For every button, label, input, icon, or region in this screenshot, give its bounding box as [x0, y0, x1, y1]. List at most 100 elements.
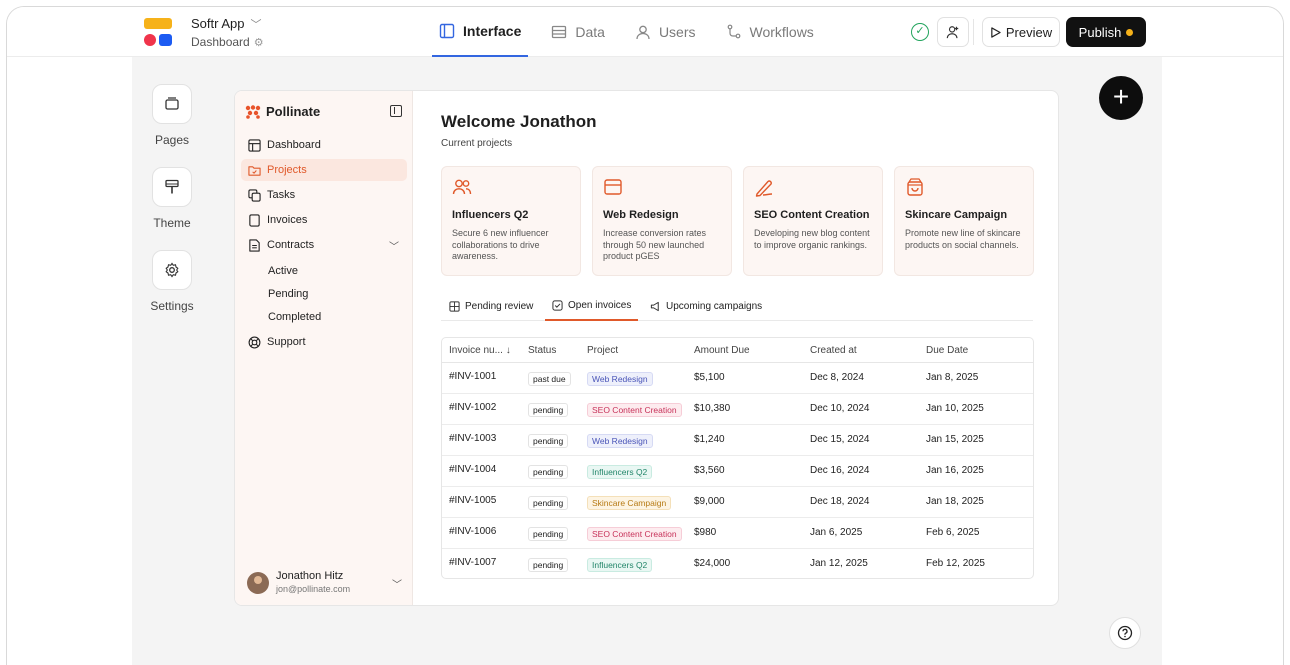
- collapse-sidebar-icon[interactable]: [390, 105, 402, 117]
- invoice-number: #INV-1003: [449, 433, 497, 444]
- sidebar-item-invoices[interactable]: Invoices: [241, 209, 407, 231]
- project-card[interactable]: SEO Content Creation Developing new blog…: [743, 166, 883, 276]
- sidebar-item-label: Invoices: [267, 214, 308, 226]
- project-tag: SEO Content Creation: [587, 527, 682, 541]
- project-tag: SEO Content Creation: [587, 403, 682, 417]
- bag-icon: [907, 178, 923, 196]
- sidebar-subitem-completed[interactable]: Completed: [268, 311, 321, 323]
- page-title: Welcome Jonathon: [441, 112, 597, 131]
- project-tag: Influencers Q2: [587, 558, 653, 572]
- due-date: Jan 10, 2025: [926, 403, 984, 414]
- workflow-icon: [727, 24, 740, 39]
- project-card[interactable]: Skincare Campaign Promote new line of sk…: [894, 166, 1034, 276]
- sidebar-subitem-active[interactable]: Active: [268, 265, 298, 277]
- card-description: Developing new blog content to improve o…: [754, 228, 870, 250]
- invoice-number: #INV-1006: [449, 526, 497, 537]
- brand[interactable]: Pollinate: [245, 104, 320, 119]
- tab-pending-review[interactable]: Pending review: [449, 291, 533, 321]
- tab-users-label: Users: [658, 24, 696, 40]
- tab-workflows[interactable]: Workflows: [719, 7, 821, 57]
- sidebar-item-contracts[interactable]: Contracts ﹀: [241, 234, 407, 256]
- column-header-created[interactable]: Created at: [810, 338, 857, 363]
- project-tag: Skincare Campaign: [587, 496, 672, 510]
- rail-settings[interactable]: Settings: [132, 250, 212, 313]
- sidebar-item-label: Contracts: [267, 239, 315, 251]
- sidebar-item-projects[interactable]: Projects: [241, 159, 407, 181]
- table-row[interactable]: #INV-1004 pending Influencers Q2 $3,560 Dec …: [442, 456, 1033, 487]
- rail-pages[interactable]: Pages: [132, 84, 212, 147]
- invoice-number: #INV-1001: [449, 371, 497, 382]
- layout-icon: [439, 23, 455, 39]
- chevron-down-icon: ﹀: [250, 19, 262, 31]
- sidebar-item-dashboard[interactable]: Dashboard: [241, 134, 407, 156]
- preview-button[interactable]: Preview: [982, 17, 1060, 47]
- sidebar-subitem-pending[interactable]: Pending: [268, 288, 308, 300]
- sidebar-item-label: Tasks: [267, 189, 296, 201]
- tab-data[interactable]: Data: [544, 7, 612, 57]
- gear-icon: ⚙: [253, 37, 264, 49]
- pollinate-logo-icon: [245, 104, 261, 119]
- due-date: Feb 6, 2025: [926, 527, 980, 538]
- table-row[interactable]: #INV-1006 pending SEO Content Creation $980…: [442, 518, 1033, 549]
- page-selector[interactable]: Dashboard ⚙: [191, 35, 264, 49]
- rail-pages-label: Pages: [154, 133, 190, 147]
- tab-label: Open invoices: [568, 299, 632, 311]
- table-row[interactable]: #INV-1003 pending Web Redesign $1,240 Dec 15…: [442, 425, 1033, 456]
- rail-theme[interactable]: Theme: [132, 167, 212, 230]
- project-tag: Web Redesign: [587, 372, 653, 386]
- user-name: Jonathon Hitz: [276, 570, 344, 582]
- app-sidebar: Pollinate Dashboard Projects Tasks Invoi…: [235, 91, 413, 605]
- browser-icon: [604, 179, 622, 195]
- help-button[interactable]: [1109, 617, 1141, 649]
- add-block-button[interactable]: +: [1099, 76, 1143, 120]
- status-badge: pending: [528, 558, 569, 572]
- tab-label: Upcoming campaigns: [666, 300, 763, 312]
- column-header-project[interactable]: Project: [587, 338, 618, 363]
- amount-due: $9,000: [694, 496, 725, 507]
- amount-due: $980: [694, 527, 717, 538]
- dashboard-icon: [248, 138, 261, 152]
- table-header: Invoice nu... ↓ Status Project Amount Du…: [442, 338, 1033, 363]
- brand-name: Pollinate: [266, 104, 321, 119]
- invite-user-button[interactable]: [937, 17, 969, 47]
- tab-interface[interactable]: Interface: [432, 7, 529, 57]
- column-header-amount[interactable]: Amount Due: [694, 338, 750, 363]
- invoice-number: #INV-1002: [449, 402, 497, 413]
- folder-icon: [248, 165, 261, 176]
- top-bar: Softr App ﹀ Dashboard ⚙ Interface Data Use…: [7, 7, 1283, 57]
- app-name-switcher[interactable]: Softr App ﹀: [191, 16, 261, 32]
- sidebar-item-tasks[interactable]: Tasks: [241, 184, 407, 206]
- invoice-number: #INV-1004: [449, 464, 497, 475]
- table-row[interactable]: #INV-1002 pending SEO Content Creation $10,…: [442, 394, 1033, 425]
- tab-data-label: Data: [575, 24, 605, 40]
- project-card[interactable]: Web Redesign Increase conversion rates t…: [592, 166, 732, 276]
- table-row[interactable]: #INV-1005 pending Skincare Campaign $9,000 D…: [442, 487, 1033, 518]
- column-header-due[interactable]: Due Date: [926, 338, 968, 363]
- publish-button[interactable]: Publish: [1066, 17, 1146, 47]
- card-description: Secure 6 new influencer collaborations t…: [452, 228, 549, 261]
- table-row[interactable]: #INV-1007 pending Influencers Q2 $24,000 Jan…: [442, 549, 1033, 578]
- due-date: Feb 12, 2025: [926, 558, 985, 569]
- user-plus-icon: [946, 26, 959, 39]
- avatar: [247, 572, 269, 594]
- tab-workflows-label: Workflows: [749, 24, 814, 40]
- tab-upcoming-campaigns[interactable]: Upcoming campaigns: [650, 291, 762, 321]
- softr-logo[interactable]: [144, 18, 174, 46]
- status-badge: pending: [528, 465, 569, 479]
- users-icon: [452, 179, 472, 195]
- sidebar-item-support[interactable]: Support: [241, 331, 407, 353]
- user-email: jon@pollinate.com: [276, 584, 351, 594]
- page-subtitle: Current projects: [441, 138, 513, 149]
- user-profile-menu[interactable]: Jonathon Hitz jon@pollinate.com ﹀: [247, 569, 407, 597]
- status-badge: pending: [528, 403, 569, 417]
- column-header-status[interactable]: Status: [528, 338, 556, 363]
- amount-due: $24,000: [694, 558, 731, 569]
- tab-open-invoices[interactable]: Open invoices: [545, 291, 639, 321]
- app-name: Softr App: [191, 16, 245, 31]
- tab-users[interactable]: Users: [628, 7, 703, 57]
- lifebuoy-icon: [248, 336, 261, 348]
- column-header-invoice[interactable]: Invoice nu... ↓: [449, 338, 511, 363]
- card-title: Web Redesign: [603, 209, 679, 221]
- project-card[interactable]: Influencers Q2 Secure 6 new influencer c…: [441, 166, 581, 276]
- table-row[interactable]: #INV-1001 past due Web Redesign $5,100 Dec 8…: [442, 363, 1033, 394]
